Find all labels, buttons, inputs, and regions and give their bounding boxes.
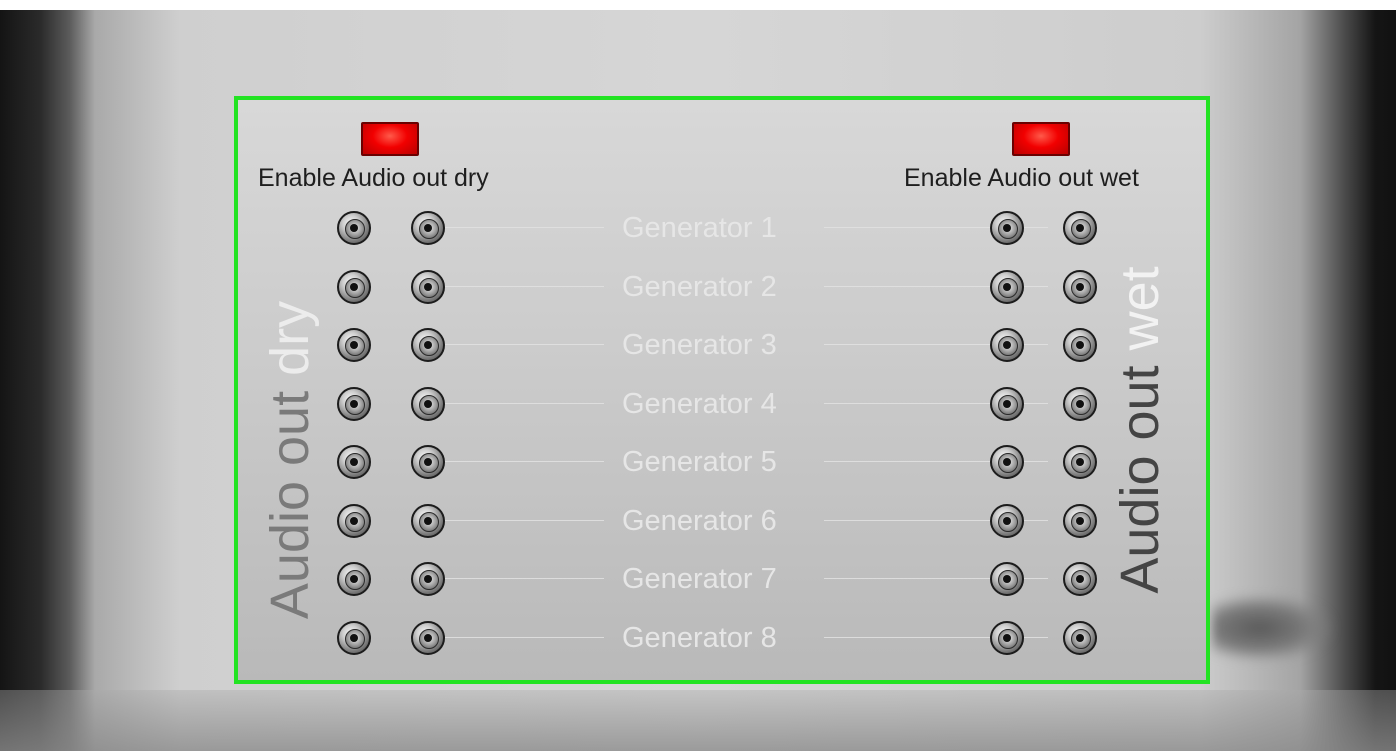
generator-7-dry-left-jack[interactable] (337, 562, 371, 596)
generator-row-6: Generator 6 (238, 501, 1206, 541)
generator-8-wet-right-jack[interactable] (1063, 620, 1097, 655)
generator-row-2: Generator 2 (238, 267, 1206, 307)
generator-2-wet-left-jack[interactable] (990, 269, 1024, 304)
generator-3-wet-right-jack[interactable] (1063, 328, 1097, 362)
generator-2-line-left (434, 285, 604, 287)
generator-3-dry-right-jack[interactable] (411, 328, 445, 362)
generator-6-label: Generator 6 (622, 504, 777, 537)
generator-8-label: Generator 8 (622, 621, 777, 654)
generator-2-label: Generator 2 (622, 270, 777, 303)
generator-4-wet-right-jack[interactable] (1063, 386, 1097, 421)
generator-6-line-left (434, 519, 604, 521)
generator-4-dry-right-jack[interactable] (411, 386, 445, 421)
blurred-cable-plug (1212, 596, 1332, 660)
generator-1-label: Generator 1 (622, 212, 777, 244)
generator-6-dry-left-jack[interactable] (337, 503, 371, 538)
generator-8-wet-left-jack[interactable] (990, 620, 1024, 655)
audio-out-panel: Enable Audio out dry Enable Audio out we… (234, 96, 1210, 684)
generator-8-dry-left-jack[interactable] (337, 620, 371, 655)
generator-6-wet-left-jack[interactable] (990, 503, 1024, 538)
enable-audio-out-dry-label: Enable Audio out dry (258, 164, 489, 192)
generator-4-wet-left-jack[interactable] (990, 386, 1024, 421)
generator-1-line-left (434, 227, 604, 228)
generator-6-dry-right-jack[interactable] (411, 503, 445, 538)
generator-8-dry-right-jack[interactable] (411, 620, 445, 655)
generator-5-dry-left-jack[interactable] (337, 445, 371, 479)
generator-5-dry-right-jack[interactable] (411, 445, 445, 479)
generator-row-1: Generator 1 (238, 208, 1206, 248)
generator-7-dry-right-jack[interactable] (411, 562, 445, 596)
generator-row-5: Generator 5 (238, 442, 1206, 482)
generator-row-7: Generator 7 (238, 559, 1206, 599)
generator-2-dry-right-jack[interactable] (411, 269, 445, 304)
generator-7-wet-left-jack[interactable] (990, 562, 1024, 596)
enable-audio-out-dry-led[interactable] (361, 122, 419, 156)
enable-audio-out-wet-led[interactable] (1012, 122, 1070, 156)
generator-5-wet-right-jack[interactable] (1063, 445, 1097, 479)
generator-2-dry-left-jack[interactable] (337, 269, 371, 304)
generator-6-wet-right-jack[interactable] (1063, 503, 1097, 538)
generator-1-wet-left-jack[interactable] (990, 211, 1024, 245)
enable-audio-out-wet-label: Enable Audio out wet (904, 164, 1139, 192)
generator-3-label: Generator 3 (622, 329, 777, 361)
generator-7-wet-right-jack[interactable] (1063, 562, 1097, 596)
top-strip (0, 0, 1396, 10)
generator-4-dry-left-jack[interactable] (337, 386, 371, 421)
generator-1-wet-right-jack[interactable] (1063, 211, 1097, 245)
generator-3-line-left (434, 344, 604, 345)
generator-5-label: Generator 5 (622, 446, 777, 478)
generator-7-label: Generator 7 (622, 563, 777, 595)
generator-2-wet-right-jack[interactable] (1063, 269, 1097, 304)
bottom-blur-strip (0, 690, 1396, 751)
generator-1-dry-right-jack[interactable] (411, 211, 445, 245)
generator-row-8: Generator 8 (238, 618, 1206, 658)
generator-3-wet-left-jack[interactable] (990, 328, 1024, 362)
generator-8-line-left (434, 636, 604, 638)
generator-7-line-left (434, 578, 604, 579)
audio-out-wet-title: Audio out wet (1109, 266, 1171, 593)
generator-1-dry-left-jack[interactable] (337, 211, 371, 245)
generator-4-label: Generator 4 (622, 387, 777, 420)
generator-5-line-left (434, 461, 604, 462)
generator-row-3: Generator 3 (238, 325, 1206, 365)
generator-row-4: Generator 4 (238, 384, 1206, 424)
generator-5-wet-left-jack[interactable] (990, 445, 1024, 479)
generator-4-line-left (434, 402, 604, 404)
generator-3-dry-left-jack[interactable] (337, 328, 371, 362)
